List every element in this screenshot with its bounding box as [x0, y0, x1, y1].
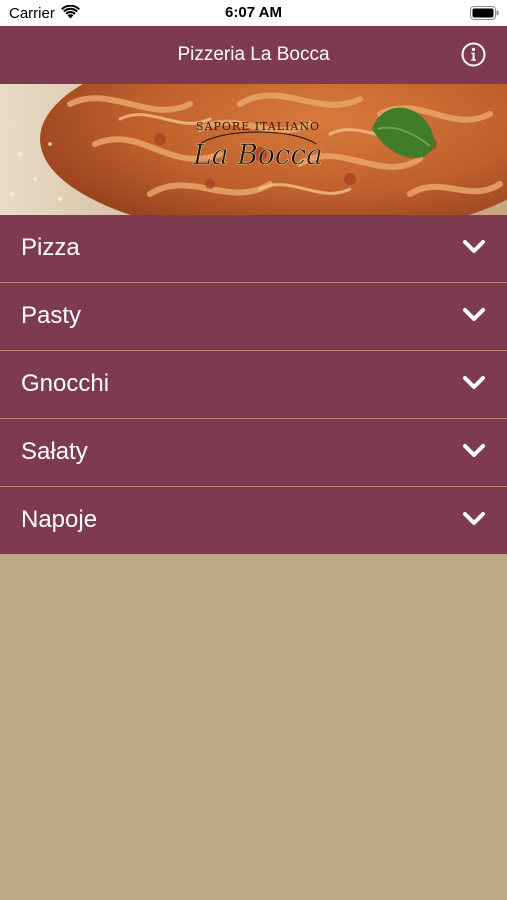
menu-item-label: Sałaty	[21, 438, 88, 465]
menu-item-gnocchi[interactable]: Gnocchi	[0, 351, 507, 419]
banner-image: SAPORE ITALIANO La Bocca	[0, 84, 507, 215]
svg-text:La Bocca: La Bocca	[192, 138, 323, 171]
empty-content-area	[0, 554, 507, 900]
menu-item-label: Napoje	[21, 506, 98, 533]
menu-item-salaty[interactable]: Sałaty	[0, 419, 507, 487]
menu-item-label: Pasty	[21, 302, 82, 329]
chevron-down-icon[interactable]	[462, 510, 486, 528]
menu-item-napoje[interactable]: Napoje	[0, 487, 507, 555]
page-title: Pizzeria La Bocca	[177, 44, 330, 65]
menu-item-pizza[interactable]: Pizza	[0, 215, 507, 283]
chevron-down-icon[interactable]	[462, 374, 486, 392]
chevron-down-icon[interactable]	[462, 442, 486, 460]
status-time: 6:07 AM	[225, 4, 282, 21]
menu-list: Pizza Pasty Gnocchi Sałaty Napoje	[0, 215, 507, 554]
status-bar: Carrier 6:07 AM	[0, 0, 507, 26]
menu-item-label: Pizza	[21, 234, 80, 261]
nav-bar: Pizzeria La Bocca	[0, 26, 507, 84]
svg-text:SAPORE ITALIANO: SAPORE ITALIANO	[196, 120, 320, 133]
chevron-down-icon[interactable]	[462, 306, 486, 324]
battery-icon	[470, 6, 499, 20]
info-icon[interactable]	[461, 42, 486, 67]
menu-item-label: Gnocchi	[21, 370, 110, 397]
menu-item-pasty[interactable]: Pasty	[0, 283, 507, 351]
chevron-down-icon[interactable]	[462, 238, 486, 256]
la-bocca-logo: SAPORE ITALIANO La Bocca	[192, 120, 323, 171]
